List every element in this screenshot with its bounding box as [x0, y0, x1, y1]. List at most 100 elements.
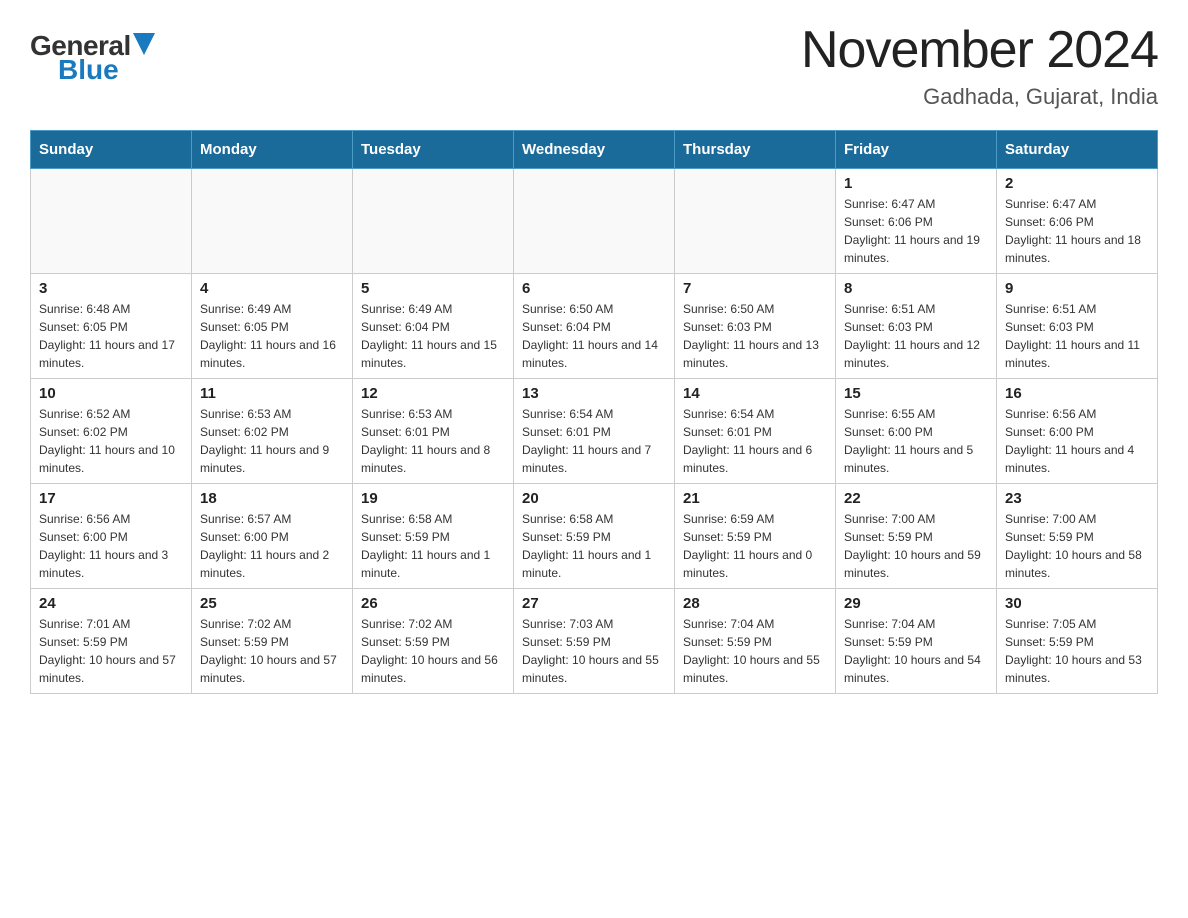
day-number: 7 [683, 280, 827, 297]
calendar-cell: 19 Sunrise: 6:58 AM Sunset: 5:59 PM Dayli… [353, 484, 514, 589]
calendar-cell: 12 Sunrise: 6:53 AM Sunset: 6:01 PM Dayli… [353, 379, 514, 484]
day-number: 4 [200, 280, 344, 297]
calendar-cell: 24 Sunrise: 7:01 AM Sunset: 5:59 PM Dayli… [31, 589, 192, 694]
day-info: Sunrise: 6:53 AM Sunset: 6:01 PM Dayligh… [361, 405, 505, 477]
calendar-cell: 22 Sunrise: 7:00 AM Sunset: 5:59 PM Dayli… [836, 484, 997, 589]
header: General Blue November 2024 Gadhada, Guja… [30, 20, 1158, 110]
day-info: Sunrise: 6:50 AM Sunset: 6:03 PM Dayligh… [683, 300, 827, 372]
calendar-cell: 30Sunrise: 7:05 AM Sunset: 5:59 PM Dayli… [997, 589, 1158, 694]
calendar-cell: 2 Sunrise: 6:47 AM Sunset: 6:06 PM Daylig… [997, 169, 1158, 274]
day-number: 11 [200, 385, 344, 402]
calendar-title: November 2024 [801, 20, 1158, 80]
day-info: Sunrise: 7:01 AM Sunset: 5:59 PM Dayligh… [39, 615, 183, 687]
day-info: Sunrise: 6:54 AM Sunset: 6:01 PM Dayligh… [522, 405, 666, 477]
logo-blue-text: Blue [58, 54, 119, 86]
day-number: 10 [39, 385, 183, 402]
day-info: Sunrise: 7:03 AM Sunset: 5:59 PM Dayligh… [522, 615, 666, 687]
calendar-cell: 3 Sunrise: 6:48 AM Sunset: 6:05 PM Daylig… [31, 274, 192, 379]
day-number: 28 [683, 595, 827, 612]
calendar-cell: 15 Sunrise: 6:55 AM Sunset: 6:00 PM Dayli… [836, 379, 997, 484]
day-info: Sunrise: 6:55 AM Sunset: 6:00 PM Dayligh… [844, 405, 988, 477]
day-number: 13 [522, 385, 666, 402]
day-info: Sunrise: 6:59 AM Sunset: 5:59 PM Dayligh… [683, 510, 827, 582]
calendar-cell: 8 Sunrise: 6:51 AM Sunset: 6:03 PM Daylig… [836, 274, 997, 379]
day-number: 3 [39, 280, 183, 297]
day-info: Sunrise: 6:52 AM Sunset: 6:02 PM Dayligh… [39, 405, 183, 477]
calendar-cell: 6 Sunrise: 6:50 AM Sunset: 6:04 PM Daylig… [514, 274, 675, 379]
day-number: 30 [1005, 595, 1149, 612]
calendar-cell: 16 Sunrise: 6:56 AM Sunset: 6:00 PM Dayli… [997, 379, 1158, 484]
calendar-cell: 7 Sunrise: 6:50 AM Sunset: 6:03 PM Daylig… [675, 274, 836, 379]
weekday-header-tuesday: Tuesday [353, 131, 514, 169]
calendar-table: SundayMondayTuesdayWednesdayThursdayFrid… [30, 130, 1158, 694]
day-number: 9 [1005, 280, 1149, 297]
calendar-cell: 23Sunrise: 7:00 AM Sunset: 5:59 PM Dayli… [997, 484, 1158, 589]
calendar-cell: 17 Sunrise: 6:56 AM Sunset: 6:00 PM Dayli… [31, 484, 192, 589]
day-info: Sunrise: 7:04 AM Sunset: 5:59 PM Dayligh… [844, 615, 988, 687]
calendar-cell: 5Sunrise: 6:49 AM Sunset: 6:04 PM Daylig… [353, 274, 514, 379]
day-info: Sunrise: 6:47 AM Sunset: 6:06 PM Dayligh… [844, 195, 988, 267]
week-row-0: 1 Sunrise: 6:47 AM Sunset: 6:06 PM Daylig… [31, 169, 1158, 274]
day-info: Sunrise: 6:50 AM Sunset: 6:04 PM Dayligh… [522, 300, 666, 372]
day-info: Sunrise: 6:58 AM Sunset: 5:59 PM Dayligh… [361, 510, 505, 582]
day-number: 19 [361, 490, 505, 507]
day-info: Sunrise: 6:57 AM Sunset: 6:00 PM Dayligh… [200, 510, 344, 582]
calendar-subtitle: Gadhada, Gujarat, India [801, 84, 1158, 110]
day-number: 8 [844, 280, 988, 297]
day-number: 6 [522, 280, 666, 297]
day-info: Sunrise: 6:47 AM Sunset: 6:06 PM Dayligh… [1005, 195, 1149, 267]
day-number: 18 [200, 490, 344, 507]
calendar-cell: 11 Sunrise: 6:53 AM Sunset: 6:02 PM Dayli… [192, 379, 353, 484]
weekday-header-monday: Monday [192, 131, 353, 169]
day-info: Sunrise: 6:58 AM Sunset: 5:59 PM Dayligh… [522, 510, 666, 582]
calendar-cell: 20Sunrise: 6:58 AM Sunset: 5:59 PM Dayli… [514, 484, 675, 589]
day-number: 29 [844, 595, 988, 612]
day-info: Sunrise: 6:53 AM Sunset: 6:02 PM Dayligh… [200, 405, 344, 477]
day-number: 1 [844, 175, 988, 192]
day-number: 16 [1005, 385, 1149, 402]
day-info: Sunrise: 6:56 AM Sunset: 6:00 PM Dayligh… [1005, 405, 1149, 477]
logo-triangle-icon [133, 33, 155, 55]
day-number: 14 [683, 385, 827, 402]
weekday-header-saturday: Saturday [997, 131, 1158, 169]
week-row-4: 24 Sunrise: 7:01 AM Sunset: 5:59 PM Dayli… [31, 589, 1158, 694]
day-number: 24 [39, 595, 183, 612]
day-info: Sunrise: 6:49 AM Sunset: 6:04 PM Dayligh… [361, 300, 505, 372]
day-info: Sunrise: 7:02 AM Sunset: 5:59 PM Dayligh… [200, 615, 344, 687]
calendar-cell [514, 169, 675, 274]
weekday-header-thursday: Thursday [675, 131, 836, 169]
calendar-header: SundayMondayTuesdayWednesdayThursdayFrid… [31, 131, 1158, 169]
day-number: 12 [361, 385, 505, 402]
day-number: 17 [39, 490, 183, 507]
day-number: 2 [1005, 175, 1149, 192]
weekday-header-friday: Friday [836, 131, 997, 169]
day-number: 27 [522, 595, 666, 612]
calendar-cell: 13 Sunrise: 6:54 AM Sunset: 6:01 PM Dayli… [514, 379, 675, 484]
day-info: Sunrise: 6:48 AM Sunset: 6:05 PM Dayligh… [39, 300, 183, 372]
weekday-header-row: SundayMondayTuesdayWednesdayThursdayFrid… [31, 131, 1158, 169]
calendar-cell: 21Sunrise: 6:59 AM Sunset: 5:59 PM Dayli… [675, 484, 836, 589]
day-info: Sunrise: 7:00 AM Sunset: 5:59 PM Dayligh… [844, 510, 988, 582]
week-row-1: 3 Sunrise: 6:48 AM Sunset: 6:05 PM Daylig… [31, 274, 1158, 379]
day-number: 25 [200, 595, 344, 612]
week-row-3: 17 Sunrise: 6:56 AM Sunset: 6:00 PM Dayli… [31, 484, 1158, 589]
day-info: Sunrise: 6:51 AM Sunset: 6:03 PM Dayligh… [844, 300, 988, 372]
calendar-cell: 28 Sunrise: 7:04 AM Sunset: 5:59 PM Dayli… [675, 589, 836, 694]
day-number: 15 [844, 385, 988, 402]
title-area: November 2024 Gadhada, Gujarat, India [801, 20, 1158, 110]
calendar-cell [353, 169, 514, 274]
calendar-cell: 4Sunrise: 6:49 AM Sunset: 6:05 PM Daylig… [192, 274, 353, 379]
weekday-header-sunday: Sunday [31, 131, 192, 169]
calendar-cell: 1 Sunrise: 6:47 AM Sunset: 6:06 PM Daylig… [836, 169, 997, 274]
calendar-cell: 27 Sunrise: 7:03 AM Sunset: 5:59 PM Dayli… [514, 589, 675, 694]
calendar-cell [31, 169, 192, 274]
weekday-header-wednesday: Wednesday [514, 131, 675, 169]
calendar-cell: 9Sunrise: 6:51 AM Sunset: 6:03 PM Daylig… [997, 274, 1158, 379]
day-number: 22 [844, 490, 988, 507]
day-info: Sunrise: 6:54 AM Sunset: 6:01 PM Dayligh… [683, 405, 827, 477]
day-number: 26 [361, 595, 505, 612]
day-number: 23 [1005, 490, 1149, 507]
calendar-cell: 29 Sunrise: 7:04 AM Sunset: 5:59 PM Dayli… [836, 589, 997, 694]
day-info: Sunrise: 6:56 AM Sunset: 6:00 PM Dayligh… [39, 510, 183, 582]
day-info: Sunrise: 7:04 AM Sunset: 5:59 PM Dayligh… [683, 615, 827, 687]
